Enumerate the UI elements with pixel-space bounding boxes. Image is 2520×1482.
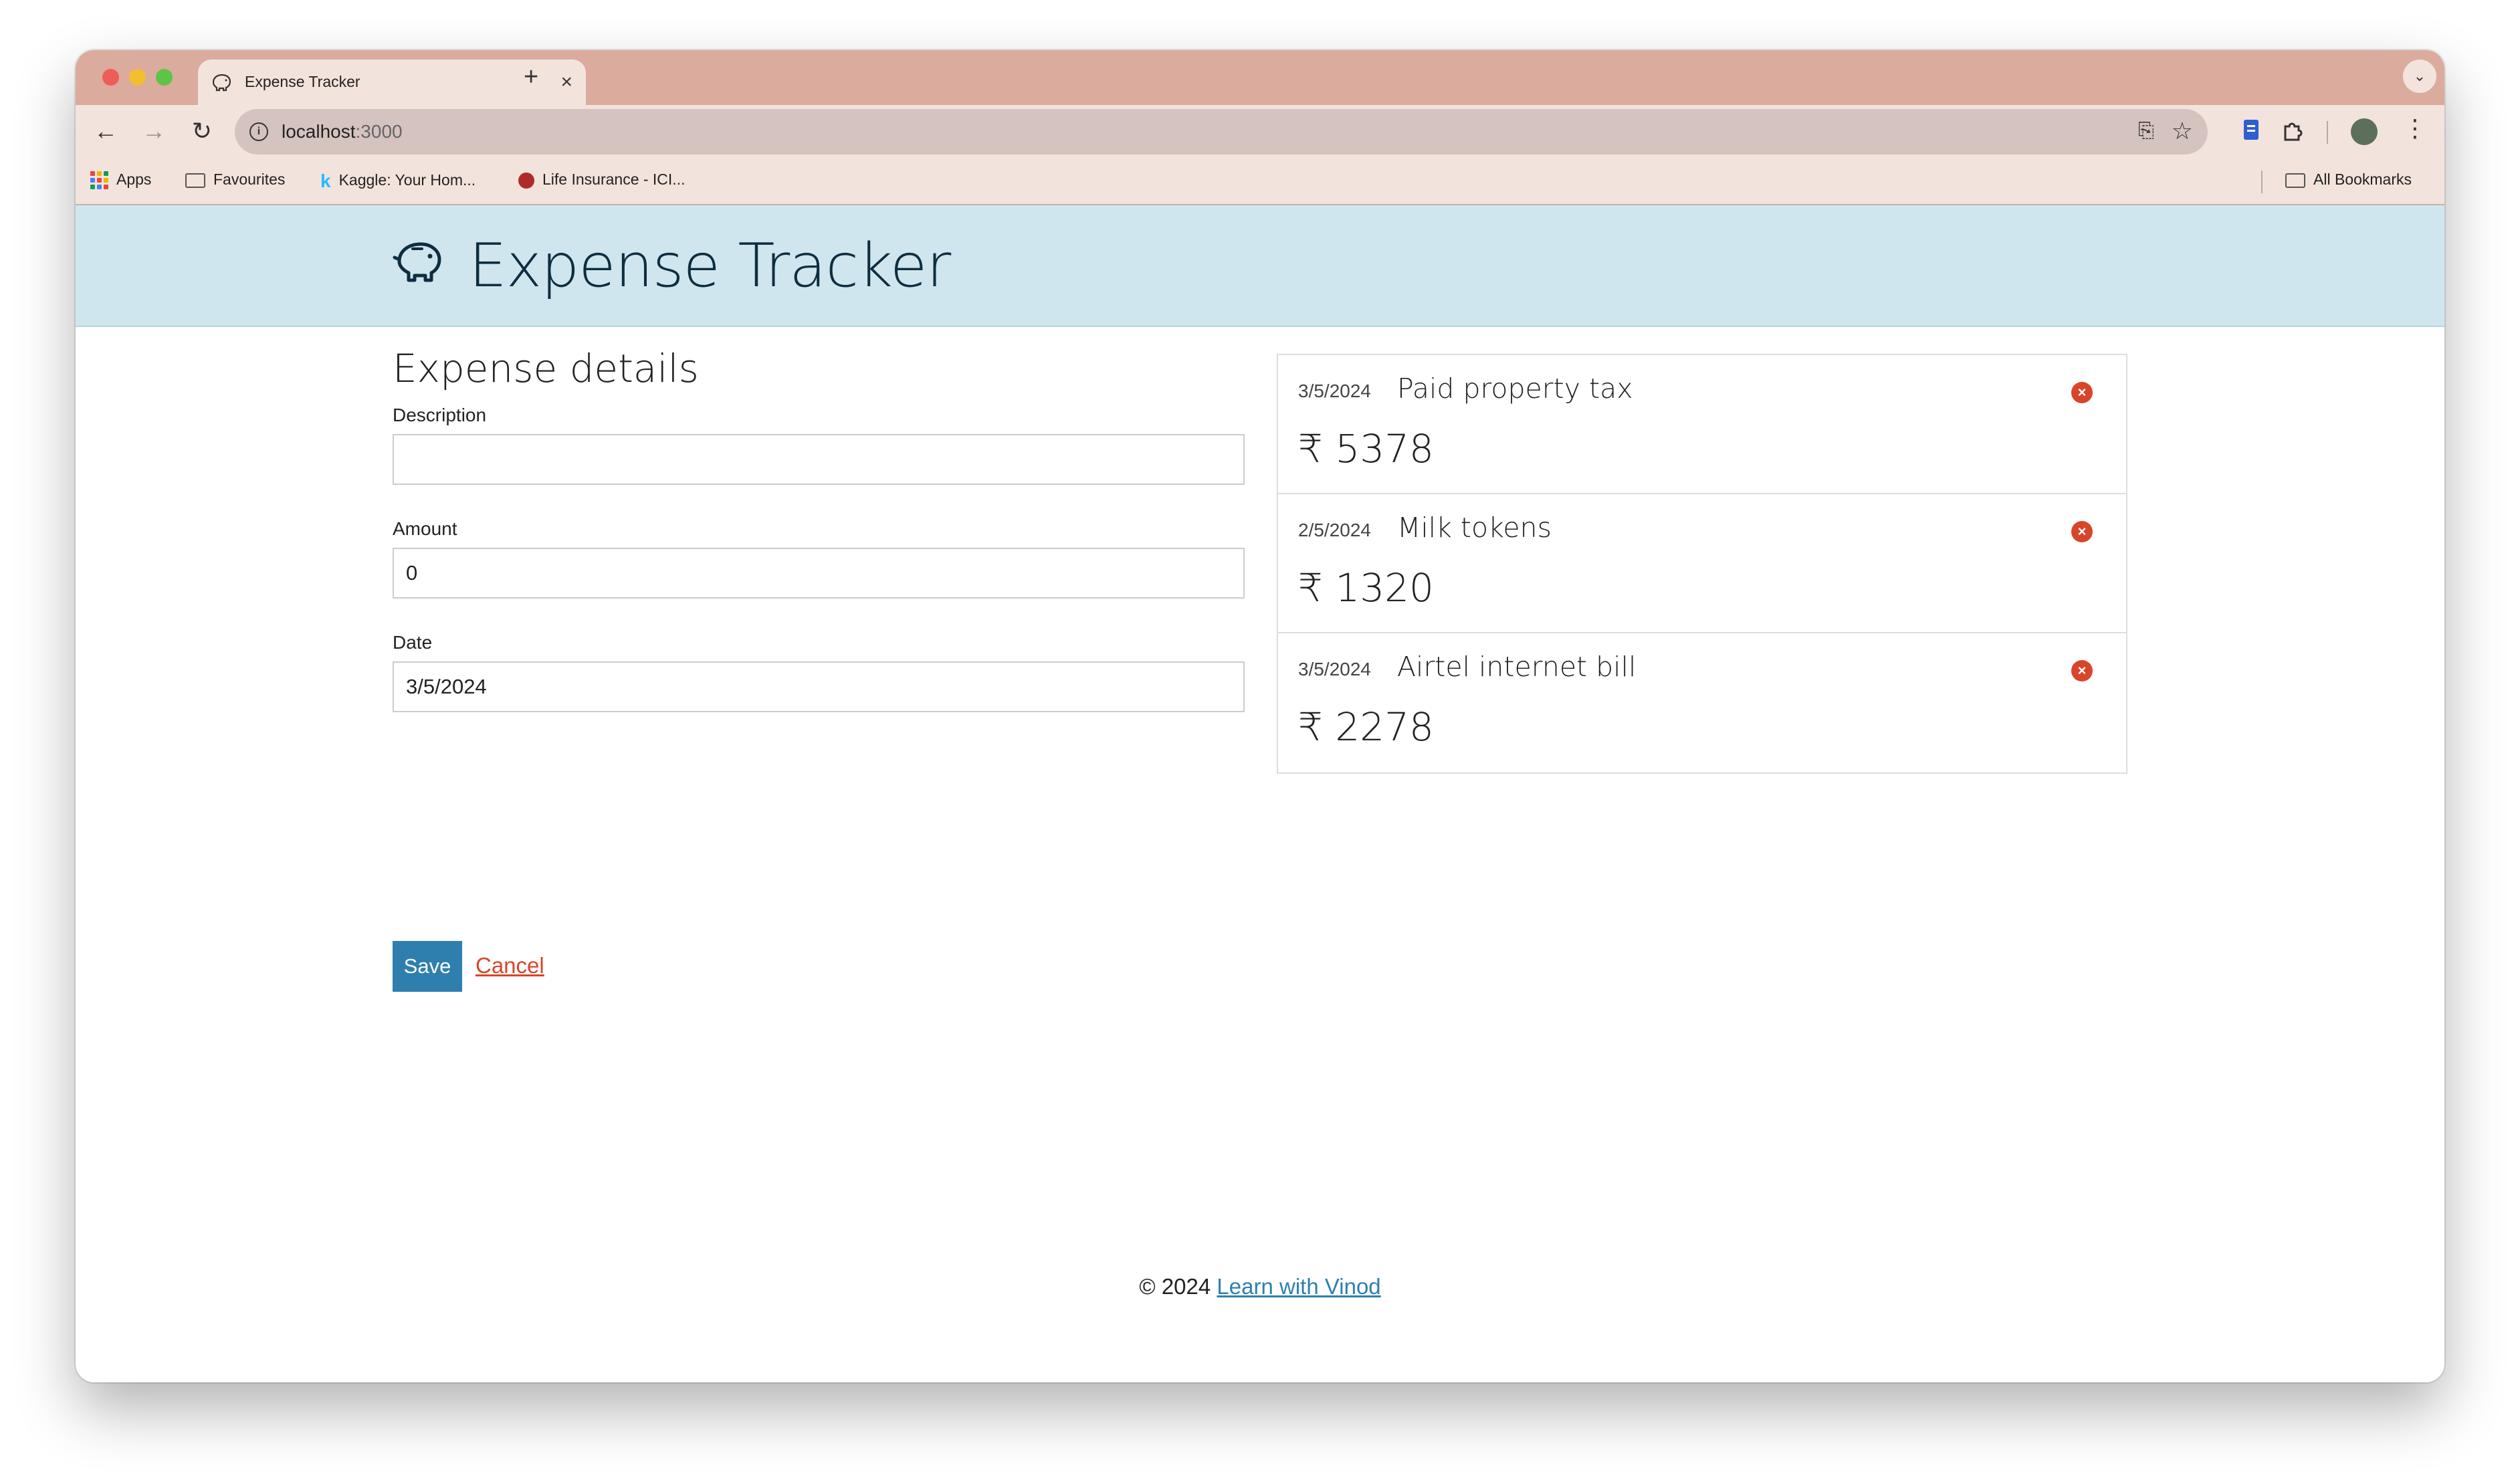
expense-date: 2/5/2024 xyxy=(1298,520,1371,540)
minimize-window-button[interactable] xyxy=(129,69,146,86)
back-arrow-icon[interactable]: ← xyxy=(89,114,122,148)
bookmark-label: Kaggle: Your Hom... xyxy=(338,171,476,189)
expense-description: Airtel internet bill xyxy=(1397,651,1637,683)
folder-icon xyxy=(185,173,205,188)
app-header: Expense Tracker xyxy=(76,205,2444,327)
extension-document-icon[interactable] xyxy=(2241,118,2261,141)
maximize-window-button[interactable] xyxy=(156,69,173,86)
bookmark-kaggle[interactable]: k Kaggle: Your Hom... xyxy=(320,171,476,192)
piggy-bank-icon xyxy=(393,242,441,282)
forward-arrow-icon[interactable]: → xyxy=(137,114,171,148)
expense-date: 3/5/2024 xyxy=(1298,381,1371,401)
url-port: :3000 xyxy=(355,121,403,142)
bookmark-label: Apps xyxy=(116,171,152,188)
cancel-link[interactable]: Cancel xyxy=(476,953,544,978)
site-info-icon[interactable]: i xyxy=(249,122,268,141)
bookmark-label: All Bookmarks xyxy=(2313,171,2412,188)
date-label: Date xyxy=(393,632,433,653)
expense-item[interactable]: 2/5/2024 Milk tokens ₹ 1320 × xyxy=(1278,494,2126,633)
new-tab-button[interactable]: + xyxy=(524,64,538,90)
expense-item[interactable]: 3/5/2024 Paid property tax ₹ 5378 × xyxy=(1278,355,2126,494)
profile-avatar[interactable] xyxy=(2351,118,2378,145)
browser-window: Expense Tracker × + ⌄ ← → ↻ i localhost:… xyxy=(76,50,2444,1382)
delete-expense-icon[interactable]: × xyxy=(2071,521,2093,542)
learn-with-vinod-link[interactable]: Learn with Vinod xyxy=(1217,1274,1380,1299)
extensions-puzzle-icon[interactable] xyxy=(2280,118,2305,144)
amount-input[interactable] xyxy=(393,548,1245,599)
delete-expense-icon[interactable]: × xyxy=(2071,660,2093,681)
date-input[interactable] xyxy=(393,661,1245,712)
folder-icon xyxy=(2285,173,2305,188)
expense-item[interactable]: 3/5/2024 Airtel internet bill ₹ 2278 × xyxy=(1278,633,2126,772)
kaggle-icon: k xyxy=(320,171,331,191)
bookmark-label: Favourites xyxy=(213,171,286,188)
description-input[interactable] xyxy=(393,434,1245,485)
bookmark-star-icon[interactable]: ☆ xyxy=(2172,117,2193,145)
expense-date: 3/5/2024 xyxy=(1298,659,1371,679)
tab-strip: Expense Tracker × + ⌄ xyxy=(76,50,2444,105)
bookmark-apps[interactable]: Apps xyxy=(90,171,152,190)
expense-list: 3/5/2024 Paid property tax ₹ 5378 × 2/5/… xyxy=(1277,354,2127,774)
toolbar-divider xyxy=(2327,121,2328,144)
form-heading: Expense details xyxy=(393,346,699,391)
browser-toolbar: ← → ↻ i localhost:3000 ⎘ ☆ ⋮ xyxy=(76,105,2444,157)
bookmarks-divider xyxy=(2261,171,2263,193)
tab-search-chevron-icon[interactable]: ⌄ xyxy=(2403,60,2436,93)
bookmarks-bar: Apps Favourites k Kaggle: Your Hom... Lif… xyxy=(76,157,2444,205)
apps-grid-icon xyxy=(90,171,108,190)
close-window-button[interactable] xyxy=(102,69,119,86)
bookmark-favourites[interactable]: Favourites xyxy=(185,171,285,189)
tab-title: Expense Tracker xyxy=(245,73,360,90)
expense-description: Paid property tax xyxy=(1397,373,1633,405)
address-bar[interactable]: i localhost:3000 ⎘ ☆ xyxy=(235,109,2208,154)
insurance-icon xyxy=(518,172,534,189)
url-text[interactable]: localhost:3000 xyxy=(282,121,403,142)
bookmark-label: Life Insurance - ICI... xyxy=(542,171,686,188)
app-title: Expense Tracker xyxy=(469,231,951,301)
expense-amount: ₹ 2278 xyxy=(1298,704,1434,750)
delete-expense-icon[interactable]: × xyxy=(2071,382,2093,403)
page-footer: © 2024 Learn with Vinod xyxy=(76,1274,2444,1299)
copyright-text: © 2024 xyxy=(1139,1274,1211,1299)
browser-menu-icon[interactable]: ⋮ xyxy=(2403,114,2427,142)
bookmark-life-insurance[interactable]: Life Insurance - ICI... xyxy=(518,171,685,189)
description-label: Description xyxy=(393,405,487,425)
close-tab-icon[interactable]: × xyxy=(560,69,572,96)
install-app-icon[interactable]: ⎘ xyxy=(2138,120,2154,142)
expense-description: Milk tokens xyxy=(1397,512,1552,544)
expense-amount: ₹ 5378 xyxy=(1298,426,1434,471)
url-host: localhost xyxy=(282,121,356,142)
save-button[interactable]: Save xyxy=(393,941,462,992)
page-content: Expense Tracker Expense details Descript… xyxy=(76,205,2444,1382)
reload-icon[interactable]: ↻ xyxy=(185,114,219,148)
bookmark-all-bookmarks[interactable]: All Bookmarks xyxy=(2285,171,2412,189)
piggy-bank-icon xyxy=(212,74,231,92)
amount-label: Amount xyxy=(393,518,457,539)
expense-amount: ₹ 1320 xyxy=(1298,565,1434,611)
